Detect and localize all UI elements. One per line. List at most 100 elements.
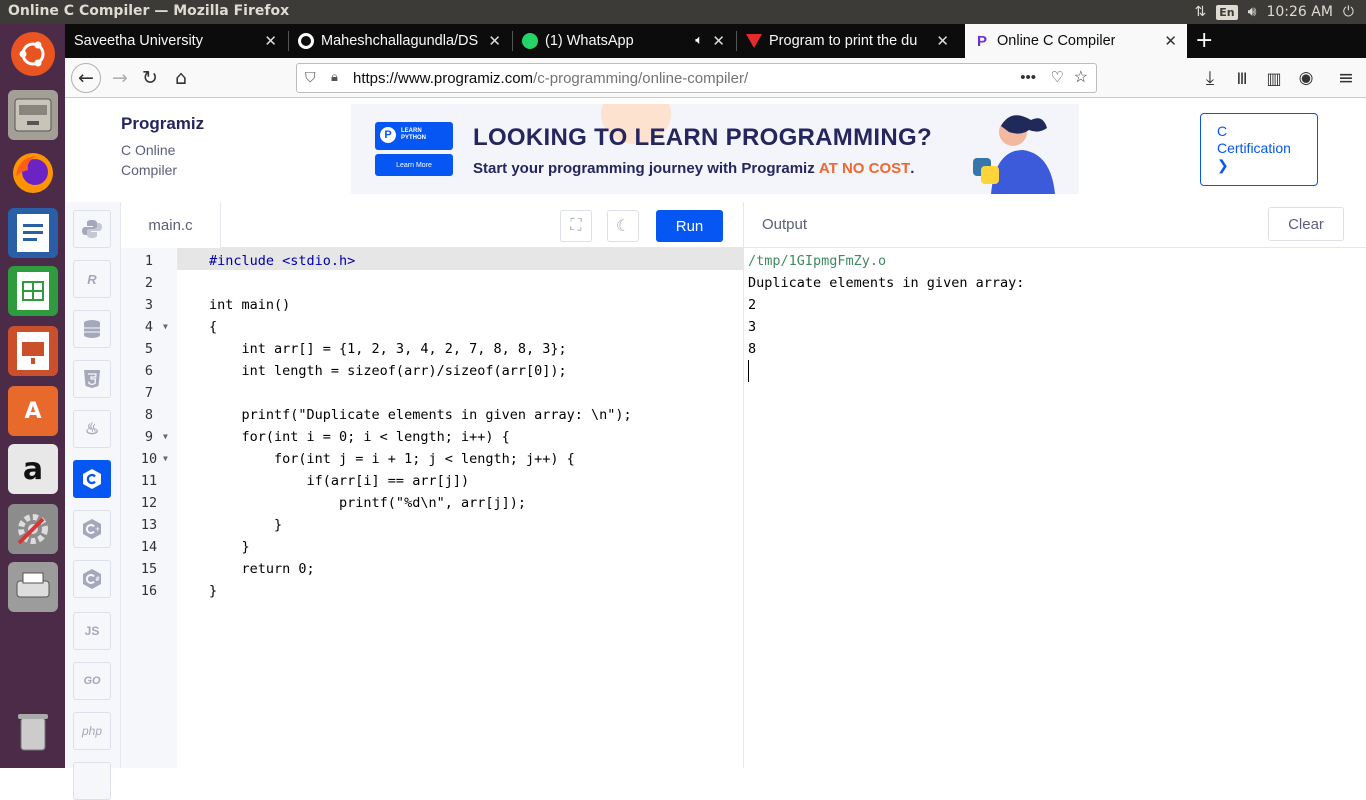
reload-icon[interactable]: ↻ [135,64,165,92]
output-console[interactable]: /tmp/1GIpmgFmZy.o Duplicate elements in … [744,248,1366,768]
menu-icon[interactable]: ≡ [1331,64,1361,92]
tab-online-c-compiler[interactable]: P Online C Compiler ✕ [965,24,1187,58]
library-icon[interactable]: Ⅲ [1227,64,1257,92]
amazon-icon[interactable]: a [8,444,58,494]
tab-github[interactable]: Maheshchallagundla/DS ✕ [289,24,511,58]
dark-mode-icon[interactable]: ☾ [607,210,639,242]
javascript-language-button[interactable]: JS [73,612,111,650]
lock-icon[interactable]: 🔒︎ [331,69,338,85]
output-label: Output [762,216,808,233]
code-line: } [209,514,282,536]
tracking-protection-icon[interactable]: ⛉ [305,69,316,86]
page-actions-icon[interactable]: ••• [1020,69,1036,86]
code-line: if(arr[i] == arr[j]) [209,470,470,492]
code-text: int arr[] = {1, 2, 3, 4, 2, 7, 8, 8, 3}; [209,341,567,357]
url-text[interactable]: https://www.programiz.com/c-programming/… [353,70,748,87]
close-icon[interactable]: ✕ [488,32,501,50]
system-settings-icon[interactable] [8,504,58,554]
php-language-button[interactable]: php [73,712,111,750]
files-icon[interactable] [8,90,58,140]
clock[interactable]: 10:26 AM [1266,4,1332,20]
home-icon[interactable]: ⌂ [166,64,196,92]
php-icon: php [81,724,103,738]
line-number: 8 [144,407,154,423]
line-number: 7 [144,385,154,401]
html5-icon [84,370,100,388]
line-number: 5 [144,341,154,357]
sidebar-toggle-icon[interactable]: ▥ [1259,64,1289,92]
tab-label: Saveetha University [74,33,203,49]
back-icon[interactable]: ← [71,63,101,93]
code-editor[interactable]: #include <stdio.h> int main() { int arr[… [121,248,743,768]
software-center-icon[interactable]: A [8,386,58,436]
go-language-button[interactable]: GO [73,662,111,700]
learn-python-badge[interactable]: P LEARN PYTHON Learn More [375,122,453,176]
r-language-button[interactable]: R [73,260,111,298]
ad-banner[interactable]: P LEARN PYTHON Learn More LOOKING TO LEA… [351,104,1079,194]
libreoffice-writer-icon[interactable] [8,208,58,258]
account-icon[interactable]: ◉ [1291,64,1321,92]
csharp-language-button[interactable]: # [73,560,111,598]
bookmark-star-icon[interactable]: ☆ [1074,67,1088,87]
power-icon[interactable]: ⏻ [1343,4,1354,20]
printer-icon[interactable] [8,562,58,612]
tab-label: Online C Compiler [997,33,1116,49]
keyboard-layout-indicator[interactable]: En [1216,4,1238,20]
learn-more-button[interactable]: Learn More [375,154,453,176]
fullscreen-icon[interactable]: ⛶ [560,210,592,242]
volume-icon[interactable]: 🔊︎ [1248,4,1257,20]
code-line: #include <stdio.h> [209,250,355,272]
cpp-language-button[interactable]: + [73,510,111,548]
tab-whatsapp[interactable]: (1) WhatsApp 🔈︎ ✕ [513,24,735,58]
new-tab-icon[interactable]: + [1195,28,1213,53]
java-language-button[interactable]: ♨ [73,410,111,448]
forward-icon[interactable]: → [105,64,135,92]
sql-language-button[interactable] [73,310,111,348]
libreoffice-impress-icon[interactable] [8,326,58,376]
page-subtitle: C Online Compiler [121,140,204,180]
html5-language-button[interactable] [73,360,111,398]
tab-strip: Saveetha University ✕ Maheshchallagundla… [65,24,1366,58]
python-language-button[interactable] [73,210,111,248]
line-number: 15 [140,561,158,577]
libreoffice-calc-icon[interactable] [8,266,58,316]
programiz-brand[interactable]: Programiz C Online Compiler [121,114,204,180]
text-cursor [748,360,749,382]
close-icon[interactable]: ✕ [1164,32,1177,50]
c-certification-link[interactable]: C Certification ❯ [1200,113,1318,186]
fold-icon[interactable]: ▼ [163,448,168,470]
close-icon[interactable]: ✕ [712,32,725,50]
downloads-icon[interactable]: ⤓ [1195,64,1225,92]
system-tray: ⇅ En 🔊︎ 10:26 AM ⏻ [1195,0,1366,24]
fold-icon[interactable]: ▼ [163,316,168,338]
code-line: int length = sizeof(arr)/sizeof(arr[0]); [209,360,567,382]
code-text: return 0; [209,561,315,577]
banner-subtext: Start your programming journey with Prog… [473,160,914,177]
c-language-button[interactable] [73,460,111,498]
java-icon: ♨ [84,421,100,438]
tab-javatpoint[interactable]: Program to print the du ✕ [737,24,959,58]
code-text: } [209,539,250,555]
pocket-icon[interactable]: ♡ [1051,68,1064,86]
line-number: 16 [140,583,158,599]
code-area[interactable]: #include <stdio.h> int main() { int arr[… [177,248,743,768]
firefox-icon[interactable] [8,148,58,198]
file-tab-main-c[interactable]: main.c [121,202,221,248]
clear-button[interactable]: Clear [1268,207,1344,241]
speaker-icon[interactable]: 🔈︎ [695,32,703,48]
network-icon[interactable]: ⇅ [1195,4,1207,20]
subtitle-line: C Online [121,142,176,158]
trash-icon[interactable] [8,706,58,756]
tab-saveetha[interactable]: Saveetha University ✕ [65,24,287,58]
chevron-right-icon: ❯ [1217,157,1229,173]
close-icon[interactable]: ✕ [264,32,277,50]
fold-icon[interactable]: ▼ [163,426,168,448]
code-text: #include <stdio.h> [209,253,356,269]
url-bar[interactable]: ⛉ 🔒︎ https://www.programiz.com/c-program… [296,63,1097,93]
ubuntu-dash-icon[interactable] [11,32,55,76]
close-icon[interactable]: ✕ [936,32,949,50]
page-content: Programiz C Online Compiler P LEARN PYTH… [65,98,1366,800]
javatpoint-icon [746,34,762,48]
run-button[interactable]: Run [656,210,723,242]
programiz-logo[interactable]: Programiz [121,114,204,134]
